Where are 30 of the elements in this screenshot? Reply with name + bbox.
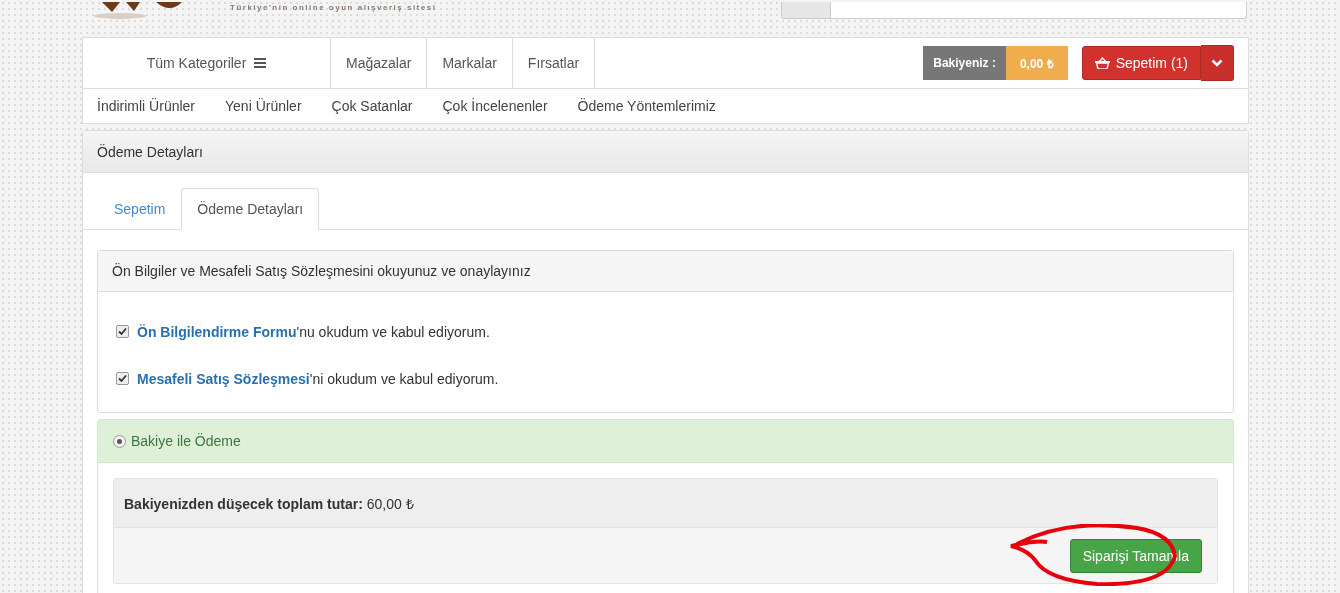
- section-title: Ön Bilgiler ve Mesafeli Satış Sözleşmesini okuyunuz ve onaylayınız: [98, 251, 1233, 292]
- radio-button[interactable]: [113, 434, 126, 448]
- menu-icon[interactable]: [254, 58, 267, 68]
- category-link[interactable]: Yeni Ürünler: [225, 98, 302, 114]
- cart-button[interactable]: Sepetim (1): [1081, 46, 1201, 80]
- agreement-link[interactable]: Mesafeli Satış Sözleşmesi: [137, 370, 310, 387]
- nav-link[interactable]: Fırsatlar: [512, 38, 596, 88]
- category-link[interactable]: İndirimli Ürünler: [97, 98, 196, 114]
- panel-title: Ödeme Detayları: [83, 131, 1248, 173]
- caret-icon[interactable]: [1211, 59, 1223, 67]
- category-link[interactable]: Ödeme Yöntemlerimiz: [577, 98, 716, 114]
- payment-option-label: Bakiye ile Ödeme: [131, 433, 241, 449]
- agreement-text: Mesafeli Satış Sözleşmesi'ni okudum ve kabul ediyorum.: [137, 370, 499, 387]
- agreement-link[interactable]: Ön Bilgilendirme Formu: [137, 323, 297, 340]
- total-amount-text: Bakiyenizden düşecek toplam tutar: 60,00 ₺: [124, 494, 414, 513]
- site-tagline: Türkiye'nin online oyun alışveriş sitesi: [230, 3, 437, 12]
- category-link[interactable]: Çok İncelenenler: [442, 98, 548, 114]
- nav-link[interactable]: Mağazalar: [331, 38, 428, 88]
- checkbox[interactable]: [116, 325, 129, 338]
- nav-link[interactable]: Markalar: [427, 38, 513, 88]
- agreement-text: Ön Bilgilendirme Formu'nu okudum ve kabul ediyorum.: [137, 323, 490, 340]
- tab[interactable]: Ödeme Detayları: [181, 188, 320, 230]
- search-field[interactable]: [781, 2, 1247, 19]
- balance-value: 0,00 ₺: [1005, 46, 1068, 80]
- balance-label: Bakiyeniz :: [923, 46, 1006, 80]
- checkbox[interactable]: [116, 372, 129, 385]
- categories-menu[interactable]: Tüm Kategoriler: [146, 55, 247, 71]
- basket-icon: [1094, 57, 1110, 69]
- category-link[interactable]: Çok Satanlar: [331, 98, 413, 114]
- tab[interactable]: Sepetim: [98, 188, 182, 229]
